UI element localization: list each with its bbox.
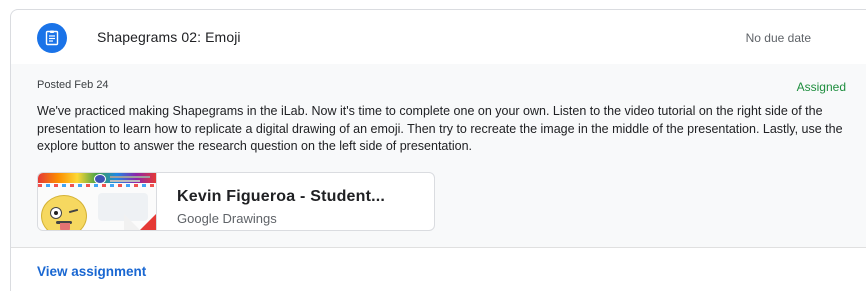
assignment-header[interactable]: Shapegrams 02: Emoji No due date: [11, 10, 866, 65]
assignment-description: We've practiced making Shapegrams in the…: [37, 104, 843, 153]
status-badge: Assigned: [796, 80, 846, 94]
assignment-title[interactable]: Shapegrams 02: Emoji: [97, 29, 241, 45]
assignment-icon: [37, 23, 67, 53]
posted-date: Posted Feb 24: [37, 79, 109, 91]
due-date: No due date: [745, 31, 811, 45]
assignment-details: Posted Feb 24 Assigned We've practiced m…: [11, 64, 866, 248]
attachment-title[interactable]: Kevin Figueroa - Student...: [177, 188, 385, 206]
drawing-corner-icon: [140, 214, 156, 230]
attachment-type: Google Drawings: [177, 211, 277, 226]
attachment-card[interactable]: Kevin Figueroa - Student... Google Drawi…: [37, 172, 435, 231]
view-assignment-link[interactable]: View assignment: [37, 264, 146, 279]
emoji-face-icon: [41, 195, 87, 230]
assignment-card: Shapegrams 02: Emoji No due date Posted …: [10, 9, 866, 291]
emoji-drawing-thumbnail[interactable]: [38, 173, 157, 230]
